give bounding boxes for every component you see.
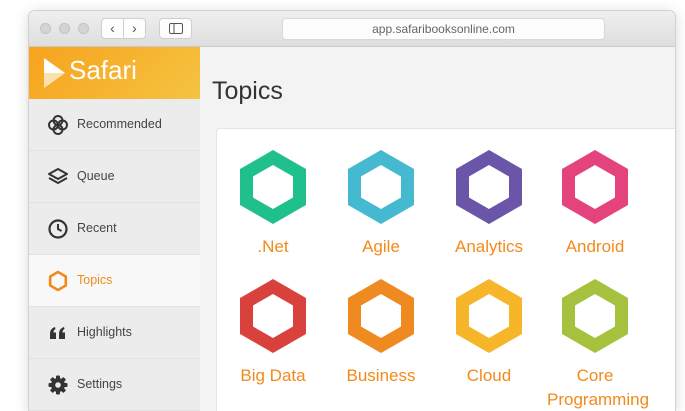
quote-icon xyxy=(50,327,65,339)
address-bar[interactable]: app.safaribooksonline.com xyxy=(282,18,605,40)
browser-toolbar: ‹ › app.safaribooksonline.com xyxy=(29,11,675,47)
hexagon-icon xyxy=(348,150,414,224)
brand-name: Safari xyxy=(69,55,137,85)
sidebar-item-queue[interactable]: Queue xyxy=(29,151,200,203)
topic-agile[interactable]: Agile xyxy=(333,149,429,269)
sidebar-item-label: Topics xyxy=(77,273,113,287)
browser-window: ‹ › app.safaribooksonline.com Safari Rec… xyxy=(29,11,675,411)
brand-header[interactable]: Safari xyxy=(29,47,200,99)
hexagon-icon xyxy=(348,279,414,353)
sidebar-item-label: Highlights xyxy=(77,325,132,339)
topics-panel: .Net Agile Analytics Android Big Data Bu… xyxy=(217,129,675,411)
sidebar: Safari Recommended Queue Recent Topics H… xyxy=(29,47,200,411)
topic-name: Cloud xyxy=(466,366,512,385)
topic-name: .Net xyxy=(257,237,289,256)
topic-name: Core Programming xyxy=(547,366,650,409)
topic-name: Agile xyxy=(362,237,400,256)
gear-icon xyxy=(48,375,68,395)
sidebar-icon xyxy=(168,23,183,34)
chevron-right-icon: › xyxy=(132,20,137,36)
hexagon-icon xyxy=(456,279,522,353)
safari-logo-icon xyxy=(44,58,65,88)
forward-button[interactable]: › xyxy=(123,18,146,39)
topic-name: Analytics xyxy=(454,237,524,256)
minimize-window-button[interactable] xyxy=(59,23,70,34)
hexagon-icon xyxy=(240,279,306,353)
sidebar-item-label: Recent xyxy=(77,221,117,235)
hexagon-icon xyxy=(562,150,628,224)
topic-name: Big Data xyxy=(240,366,306,385)
hexagon-icon xyxy=(48,270,68,292)
sidebar-item-label: Queue xyxy=(77,169,115,183)
chevron-left-icon: ‹ xyxy=(110,20,115,36)
topic-analytics[interactable]: Analytics xyxy=(441,149,537,269)
back-button[interactable]: ‹ xyxy=(101,18,124,39)
sidebar-item-settings[interactable]: Settings xyxy=(29,359,200,411)
topic-name: Android xyxy=(565,237,625,256)
hexagon-icon xyxy=(562,279,628,353)
zoom-window-button[interactable] xyxy=(78,23,89,34)
topic-business[interactable]: Business xyxy=(333,278,429,398)
hexagon-icon xyxy=(240,150,306,224)
layers-icon xyxy=(48,168,68,184)
topic-core-programming[interactable]: Core Programming xyxy=(547,278,649,409)
main-content: Topics .Net Agile Analytics Android Big … xyxy=(200,47,675,411)
sidebar-item-label: Recommended xyxy=(77,117,162,131)
topic-cloud[interactable]: Cloud xyxy=(441,278,537,398)
sidebar-item-recommended[interactable]: Recommended xyxy=(29,99,200,151)
sidebar-item-label: Settings xyxy=(77,377,123,391)
close-window-button[interactable] xyxy=(40,23,51,34)
topic-big-data[interactable]: Big Data xyxy=(225,278,321,398)
page-title: Topics xyxy=(212,77,283,105)
recommended-icon xyxy=(48,115,68,135)
clock-icon xyxy=(48,219,68,239)
sidebar-toggle-button[interactable] xyxy=(159,18,192,39)
topic-name: Business xyxy=(346,366,416,385)
hexagon-icon xyxy=(456,150,522,224)
topic-android[interactable]: Android xyxy=(547,149,643,269)
topic-net[interactable]: .Net xyxy=(225,149,321,269)
sidebar-item-highlights[interactable]: Highlights xyxy=(29,307,200,359)
sidebar-item-topics[interactable]: Topics xyxy=(29,255,200,307)
sidebar-item-recent[interactable]: Recent xyxy=(29,203,200,255)
